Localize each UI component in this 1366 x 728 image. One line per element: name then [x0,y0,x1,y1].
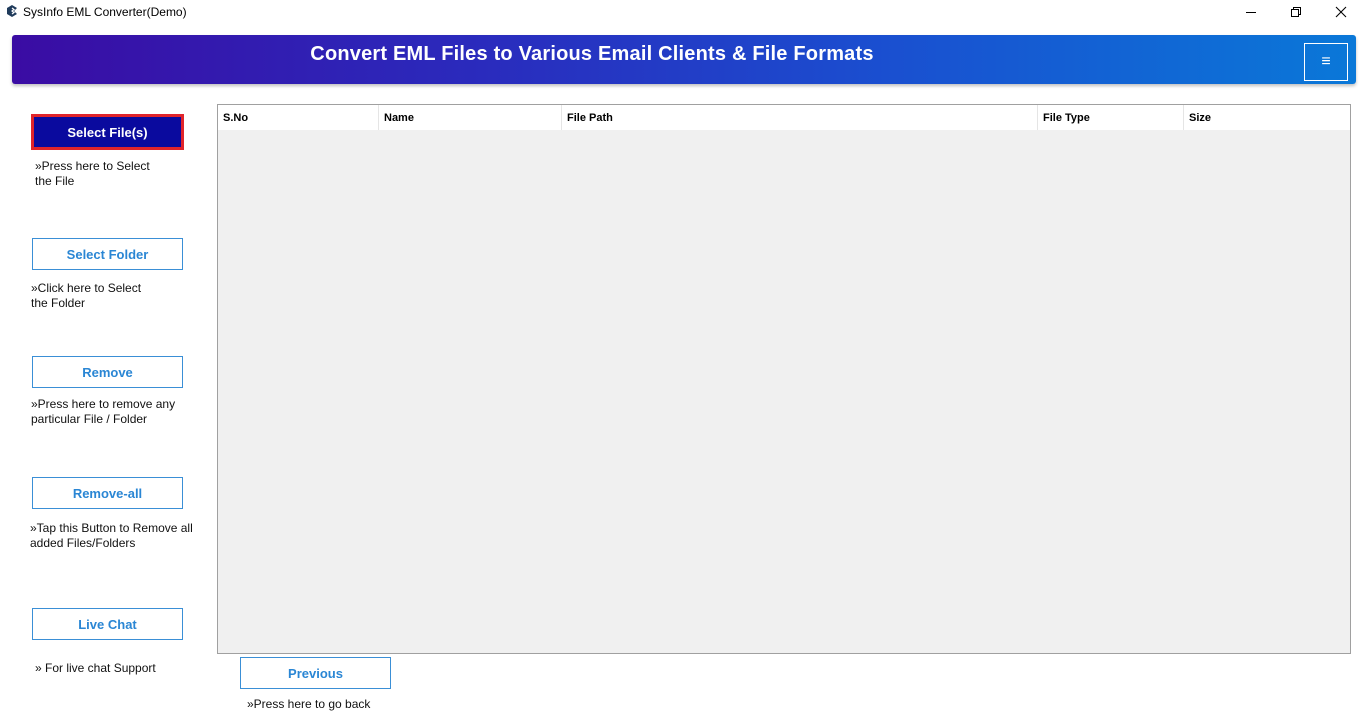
sysinfo-logo-icon [7,5,17,17]
live-chat-button[interactable]: Live Chat [32,608,183,640]
column-header-file-type[interactable]: File Type [1038,105,1184,130]
window-title: SysInfo EML Converter(Demo) [23,5,187,19]
header-banner: Convert EML Files to Various Email Clien… [12,35,1356,84]
app-window: SysInfo EML Converter(Demo) Convert EML … [0,0,1366,728]
remove-all-hint: »Tap this Button to Remove all added Fil… [30,521,193,550]
column-header-file-path[interactable]: File Path [562,105,1038,130]
remove-button[interactable]: Remove [32,356,183,388]
live-chat-hint: » For live chat Support [35,661,156,675]
select-files-hint: »Press here to Select the File [35,159,150,188]
select-folder-hint: »Click here to Select the Folder [31,281,142,310]
column-header-sno[interactable]: S.No [218,105,379,130]
remove-all-button[interactable]: Remove-all [32,477,183,509]
previous-button[interactable]: Previous [240,657,391,689]
table-header: S.No Name File Path File Type Size [218,105,1350,130]
close-button[interactable] [1318,0,1364,24]
restore-icon [1291,7,1301,17]
file-list-table[interactable]: S.No Name File Path File Type Size [217,104,1351,654]
remove-hint: »Press here to remove any particular Fil… [31,397,176,426]
menu-button[interactable]: ≡ [1304,43,1348,81]
minimize-button[interactable] [1228,0,1274,24]
hamburger-menu-icon: ≡ [1321,53,1331,70]
previous-hint: »Press here to go back [247,697,371,711]
minimize-icon [1246,12,1256,13]
column-header-name[interactable]: Name [379,105,562,130]
title-bar: SysInfo EML Converter(Demo) [0,0,1366,24]
maximize-button[interactable] [1273,0,1319,24]
select-files-button[interactable]: Select File(s) [31,114,184,150]
column-header-size[interactable]: Size [1184,105,1350,130]
close-icon [1335,6,1347,18]
page-title: Convert EML Files to Various Email Clien… [310,43,874,65]
select-folder-button[interactable]: Select Folder [32,238,183,270]
